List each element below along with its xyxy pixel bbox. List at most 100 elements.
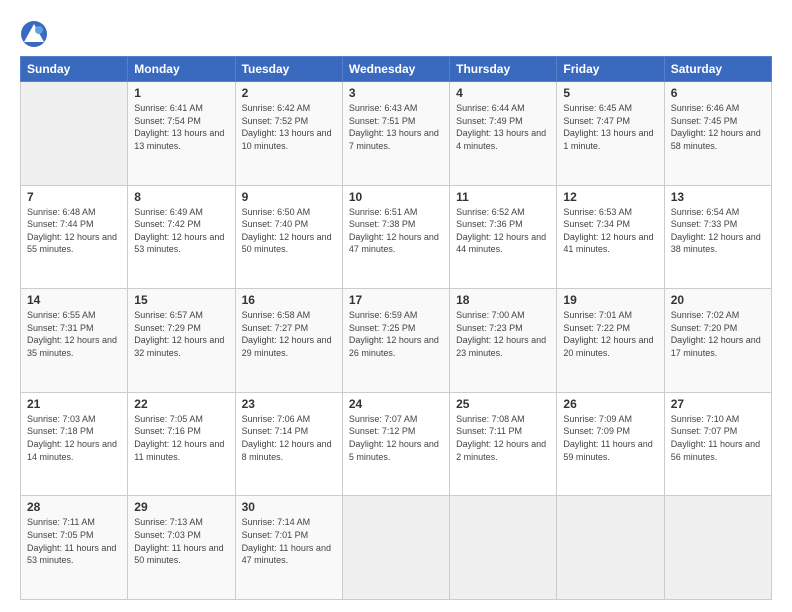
logo <box>20 20 52 48</box>
week-row-4: 21 Sunrise: 7:03 AMSunset: 7:18 PMDayligh… <box>21 392 772 496</box>
day-cell: 30 Sunrise: 7:14 AMSunset: 7:01 PMDayligh… <box>235 496 342 600</box>
day-number: 22 <box>134 397 228 411</box>
day-cell <box>450 496 557 600</box>
day-number: 20 <box>671 293 765 307</box>
day-info: Sunrise: 6:57 AMSunset: 7:29 PMDaylight:… <box>134 309 228 359</box>
day-number: 5 <box>563 86 657 100</box>
day-cell: 8 Sunrise: 6:49 AMSunset: 7:42 PMDaylight… <box>128 185 235 289</box>
day-number: 11 <box>456 190 550 204</box>
day-cell: 12 Sunrise: 6:53 AMSunset: 7:34 PMDayligh… <box>557 185 664 289</box>
day-info: Sunrise: 6:41 AMSunset: 7:54 PMDaylight:… <box>134 102 228 152</box>
day-info: Sunrise: 6:49 AMSunset: 7:42 PMDaylight:… <box>134 206 228 256</box>
weekday-header-sunday: Sunday <box>21 57 128 82</box>
day-cell: 28 Sunrise: 7:11 AMSunset: 7:05 PMDayligh… <box>21 496 128 600</box>
day-info: Sunrise: 7:06 AMSunset: 7:14 PMDaylight:… <box>242 413 336 463</box>
day-number: 19 <box>563 293 657 307</box>
day-cell: 22Sunrise: 7:05 AMSunset: 7:16 PMDayligh… <box>128 392 235 496</box>
day-info: Sunrise: 6:55 AMSunset: 7:31 PMDaylight:… <box>27 309 121 359</box>
week-row-5: 28 Sunrise: 7:11 AMSunset: 7:05 PMDayligh… <box>21 496 772 600</box>
day-info: Sunrise: 6:48 AMSunset: 7:44 PMDaylight:… <box>27 206 121 256</box>
day-cell <box>664 496 771 600</box>
day-cell: 6Sunrise: 6:46 AMSunset: 7:45 PMDaylight… <box>664 82 771 186</box>
week-row-2: 7 Sunrise: 6:48 AMSunset: 7:44 PMDaylight… <box>21 185 772 289</box>
calendar: SundayMondayTuesdayWednesdayThursdayFrid… <box>20 56 772 600</box>
day-info: Sunrise: 6:52 AMSunset: 7:36 PMDaylight:… <box>456 206 550 256</box>
day-cell: 4Sunrise: 6:44 AMSunset: 7:49 PMDaylight… <box>450 82 557 186</box>
day-number: 21 <box>27 397 121 411</box>
weekday-header-friday: Friday <box>557 57 664 82</box>
weekday-header-thursday: Thursday <box>450 57 557 82</box>
day-cell: 5 Sunrise: 6:45 AMSunset: 7:47 PMDaylight… <box>557 82 664 186</box>
day-number: 28 <box>27 500 121 514</box>
week-row-3: 14 Sunrise: 6:55 AMSunset: 7:31 PMDayligh… <box>21 289 772 393</box>
day-cell: 10Sunrise: 6:51 AMSunset: 7:38 PMDayligh… <box>342 185 449 289</box>
day-info: Sunrise: 6:50 AMSunset: 7:40 PMDaylight:… <box>242 206 336 256</box>
day-cell: 21 Sunrise: 7:03 AMSunset: 7:18 PMDayligh… <box>21 392 128 496</box>
day-info: Sunrise: 6:42 AMSunset: 7:52 PMDaylight:… <box>242 102 336 152</box>
day-number: 29 <box>134 500 228 514</box>
day-number: 7 <box>27 190 121 204</box>
day-info: Sunrise: 6:51 AMSunset: 7:38 PMDaylight:… <box>349 206 443 256</box>
day-info: Sunrise: 6:54 AMSunset: 7:33 PMDaylight:… <box>671 206 765 256</box>
day-info: Sunrise: 7:03 AMSunset: 7:18 PMDaylight:… <box>27 413 121 463</box>
day-number: 24 <box>349 397 443 411</box>
weekday-header-wednesday: Wednesday <box>342 57 449 82</box>
day-info: Sunrise: 6:46 AMSunset: 7:45 PMDaylight:… <box>671 102 765 152</box>
page: SundayMondayTuesdayWednesdayThursdayFrid… <box>0 0 792 612</box>
day-cell: 15 Sunrise: 6:57 AMSunset: 7:29 PMDayligh… <box>128 289 235 393</box>
day-info: Sunrise: 7:14 AMSunset: 7:01 PMDaylight:… <box>242 516 336 566</box>
day-cell: 16Sunrise: 6:58 AMSunset: 7:27 PMDayligh… <box>235 289 342 393</box>
day-cell: 20 Sunrise: 7:02 AMSunset: 7:20 PMDayligh… <box>664 289 771 393</box>
day-info: Sunrise: 6:45 AMSunset: 7:47 PMDaylight:… <box>563 102 657 152</box>
day-number: 12 <box>563 190 657 204</box>
day-info: Sunrise: 7:09 AMSunset: 7:09 PMDaylight:… <box>563 413 657 463</box>
weekday-header-tuesday: Tuesday <box>235 57 342 82</box>
day-cell: 27 Sunrise: 7:10 AMSunset: 7:07 PMDayligh… <box>664 392 771 496</box>
day-info: Sunrise: 7:11 AMSunset: 7:05 PMDaylight:… <box>27 516 121 566</box>
day-cell <box>342 496 449 600</box>
day-cell: 26Sunrise: 7:09 AMSunset: 7:09 PMDayligh… <box>557 392 664 496</box>
day-cell: 9 Sunrise: 6:50 AMSunset: 7:40 PMDaylight… <box>235 185 342 289</box>
day-info: Sunrise: 6:53 AMSunset: 7:34 PMDaylight:… <box>563 206 657 256</box>
day-cell: 1 Sunrise: 6:41 AMSunset: 7:54 PMDaylight… <box>128 82 235 186</box>
calendar-table: SundayMondayTuesdayWednesdayThursdayFrid… <box>20 56 772 600</box>
day-cell: 14 Sunrise: 6:55 AMSunset: 7:31 PMDayligh… <box>21 289 128 393</box>
day-info: Sunrise: 7:01 AMSunset: 7:22 PMDaylight:… <box>563 309 657 359</box>
day-cell: 24 Sunrise: 7:07 AMSunset: 7:12 PMDayligh… <box>342 392 449 496</box>
day-number: 9 <box>242 190 336 204</box>
day-cell: 19 Sunrise: 7:01 AMSunset: 7:22 PMDayligh… <box>557 289 664 393</box>
day-cell: 3 Sunrise: 6:43 AMSunset: 7:51 PMDaylight… <box>342 82 449 186</box>
day-number: 14 <box>27 293 121 307</box>
day-number: 1 <box>134 86 228 100</box>
day-info: Sunrise: 6:43 AMSunset: 7:51 PMDaylight:… <box>349 102 443 152</box>
day-cell: 11 Sunrise: 6:52 AMSunset: 7:36 PMDayligh… <box>450 185 557 289</box>
day-number: 27 <box>671 397 765 411</box>
day-info: Sunrise: 7:00 AMSunset: 7:23 PMDaylight:… <box>456 309 550 359</box>
day-number: 8 <box>134 190 228 204</box>
day-cell: 25Sunrise: 7:08 AMSunset: 7:11 PMDayligh… <box>450 392 557 496</box>
day-number: 18 <box>456 293 550 307</box>
day-cell: 18 Sunrise: 7:00 AMSunset: 7:23 PMDayligh… <box>450 289 557 393</box>
weekday-header-row: SundayMondayTuesdayWednesdayThursdayFrid… <box>21 57 772 82</box>
day-number: 15 <box>134 293 228 307</box>
day-cell: 23 Sunrise: 7:06 AMSunset: 7:14 PMDayligh… <box>235 392 342 496</box>
week-row-1: 1 Sunrise: 6:41 AMSunset: 7:54 PMDaylight… <box>21 82 772 186</box>
day-cell: 13Sunrise: 6:54 AMSunset: 7:33 PMDayligh… <box>664 185 771 289</box>
day-cell <box>557 496 664 600</box>
day-number: 23 <box>242 397 336 411</box>
day-cell: 17Sunrise: 6:59 AMSunset: 7:25 PMDayligh… <box>342 289 449 393</box>
day-number: 25 <box>456 397 550 411</box>
day-number: 2 <box>242 86 336 100</box>
day-info: Sunrise: 7:02 AMSunset: 7:20 PMDaylight:… <box>671 309 765 359</box>
day-number: 17 <box>349 293 443 307</box>
day-number: 30 <box>242 500 336 514</box>
day-info: Sunrise: 7:07 AMSunset: 7:12 PMDaylight:… <box>349 413 443 463</box>
day-number: 3 <box>349 86 443 100</box>
logo-icon <box>20 20 48 48</box>
day-cell <box>21 82 128 186</box>
header <box>20 16 772 48</box>
day-cell: 2 Sunrise: 6:42 AMSunset: 7:52 PMDaylight… <box>235 82 342 186</box>
day-info: Sunrise: 6:58 AMSunset: 7:27 PMDaylight:… <box>242 309 336 359</box>
day-info: Sunrise: 7:10 AMSunset: 7:07 PMDaylight:… <box>671 413 765 463</box>
day-info: Sunrise: 6:44 AMSunset: 7:49 PMDaylight:… <box>456 102 550 152</box>
